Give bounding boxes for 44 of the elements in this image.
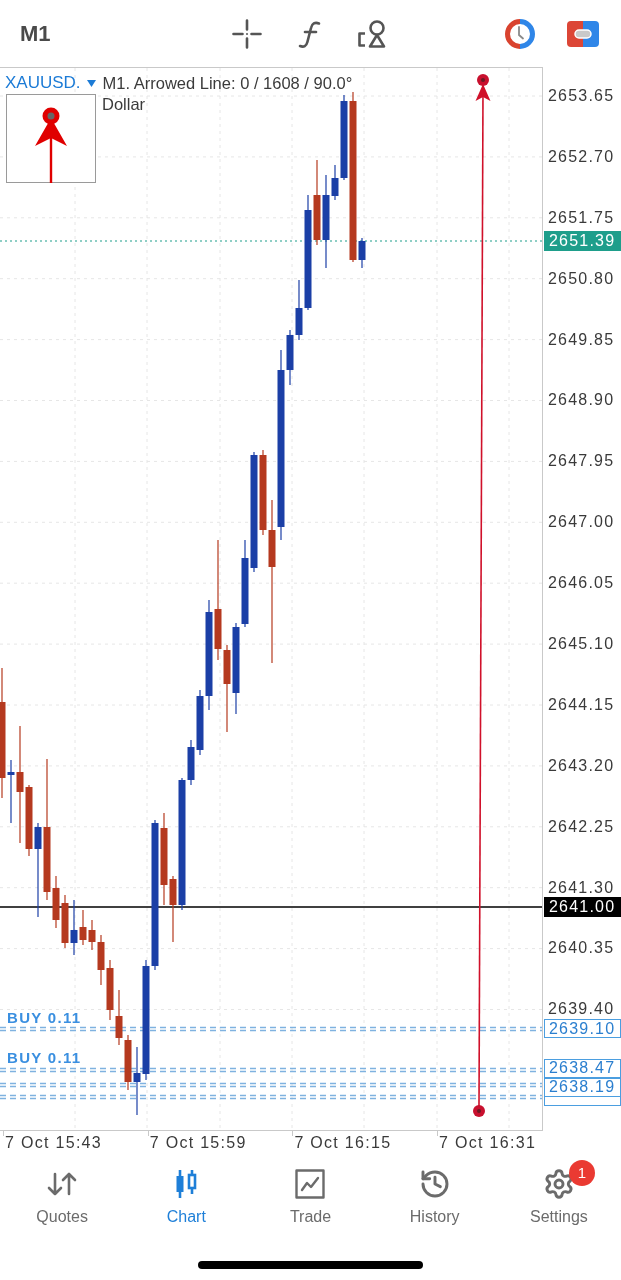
- price-tag: 2641.00: [544, 897, 621, 917]
- line-chart-icon: [294, 1168, 327, 1200]
- caret-icon: [86, 79, 96, 87]
- time-label: 7 Oct 15:43: [5, 1133, 103, 1152]
- nav-tab[interactable]: Trade: [285, 1158, 336, 1236]
- shapes-icon[interactable]: [356, 18, 387, 49]
- arrowed-line[interactable]: [473, 74, 491, 1117]
- price-label: 2642.25: [548, 817, 616, 836]
- order-label[interactable]: BUY 0.11: [7, 1010, 82, 1026]
- crosshair-icon[interactable]: [231, 18, 262, 49]
- symbol-button[interactable]: XAUUSD.: [5, 73, 96, 93]
- time-label: 7 Oct 16:15: [294, 1133, 392, 1152]
- price-label: 2639.40: [548, 1000, 616, 1019]
- nav-tab[interactable]: History: [405, 1158, 464, 1236]
- price-label: 2640.35: [548, 939, 616, 958]
- price-label: 2649.85: [548, 330, 616, 349]
- nav-tab[interactable]: Chart: [162, 1158, 210, 1236]
- price-label: 2646.05: [548, 574, 616, 593]
- price-label: 2651.75: [548, 208, 616, 227]
- price-label: 2641.30: [548, 878, 616, 897]
- order-price-tag: 2638.47: [544, 1058, 621, 1078]
- nav-tab[interactable]: Quotes: [32, 1158, 92, 1236]
- arrow-icon: [34, 107, 68, 183]
- price-label: 2643.20: [548, 756, 616, 775]
- time-label: 7 Oct 16:31: [439, 1133, 537, 1152]
- timeframe-button[interactable]: M1: [20, 20, 51, 47]
- bid-price-tag: 2651.39: [544, 231, 621, 251]
- price-label: 2647.95: [548, 452, 616, 471]
- symbol-description: Dollar: [102, 94, 146, 114]
- chart-info: M1. Arrowed Line: 0 / 1608 / 90.0°: [102, 73, 353, 93]
- price-label: 2645.10: [548, 635, 616, 653]
- price-label: 2648.90: [548, 391, 616, 410]
- settings-icon: [542, 1168, 575, 1200]
- notification-badge: 1: [568, 1160, 595, 1186]
- price-label: 2652.70: [548, 147, 616, 166]
- order-price-tag: 2639.10: [544, 1019, 621, 1038]
- price-label: 2644.15: [548, 695, 616, 714]
- clock-icon[interactable]: [503, 17, 536, 50]
- toggle-icon[interactable]: [566, 20, 599, 47]
- price-label: 2647.00: [548, 513, 616, 532]
- time-label: 7 Oct 15:59: [149, 1133, 247, 1152]
- price-label: 2650.80: [548, 269, 616, 288]
- order-label[interactable]: BUY 0.11: [7, 1050, 82, 1066]
- price-label: 2653.65: [548, 87, 616, 105]
